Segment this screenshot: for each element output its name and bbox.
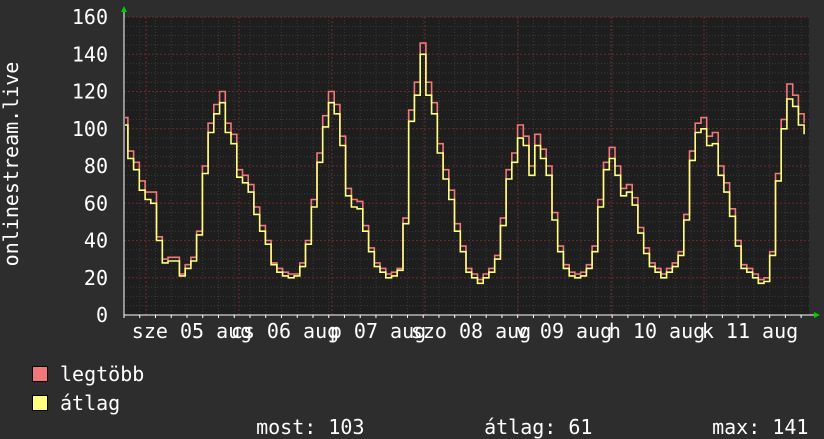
- legend-max: legtöbb: [32, 362, 144, 386]
- x-tick-label: v 09 aug: [516, 319, 612, 343]
- y-tick-label: 160: [72, 5, 108, 29]
- x-axis-arrow-icon: [814, 312, 820, 318]
- legend-avg-swatch: [32, 395, 48, 411]
- stat-maximum-value: 141: [772, 415, 809, 439]
- x-tick-label: szo 08 aug: [411, 319, 531, 343]
- y-axis-arrow-icon: [121, 6, 127, 12]
- y-axis-label: onlinestream.live: [0, 62, 23, 267]
- stat-current: most: 103: [232, 391, 364, 439]
- y-tick-label: 0: [96, 303, 108, 327]
- y-tick-label: 100: [72, 117, 108, 141]
- y-tick-label: 40: [84, 229, 108, 253]
- legend-max-label: legtöbb: [60, 362, 145, 386]
- legend-avg: átlag: [32, 391, 120, 415]
- y-tick-label: 120: [72, 80, 108, 104]
- y-tick-labels: 0 20 40 60 80 100 120 140 160: [72, 5, 108, 327]
- x-tick-label: h 10 aug: [609, 319, 705, 343]
- stat-average-label: átlag:: [484, 415, 557, 439]
- x-tick-label: cs 06 aug: [231, 319, 339, 343]
- stat-current-label: most:: [256, 415, 317, 439]
- x-tick-labels: sze 05 augcs 06 augp 07 augszo 08 augv 0…: [132, 319, 798, 343]
- legend-avg-label: átlag: [60, 391, 121, 415]
- stat-current-value: 103: [328, 415, 365, 439]
- y-tick-label: 140: [72, 42, 108, 66]
- stat-maximum: max: 141: [688, 391, 808, 439]
- stat-average-value: 61: [568, 415, 593, 439]
- y-tick-label: 80: [84, 154, 108, 178]
- x-tick-label: k 11 aug: [702, 319, 798, 343]
- y-tick-label: 60: [84, 191, 108, 215]
- stat-average: átlag: 61: [460, 391, 592, 439]
- legend-max-swatch: [32, 366, 48, 382]
- y-tick-label: 20: [84, 266, 108, 290]
- stat-maximum-label: max:: [712, 415, 761, 439]
